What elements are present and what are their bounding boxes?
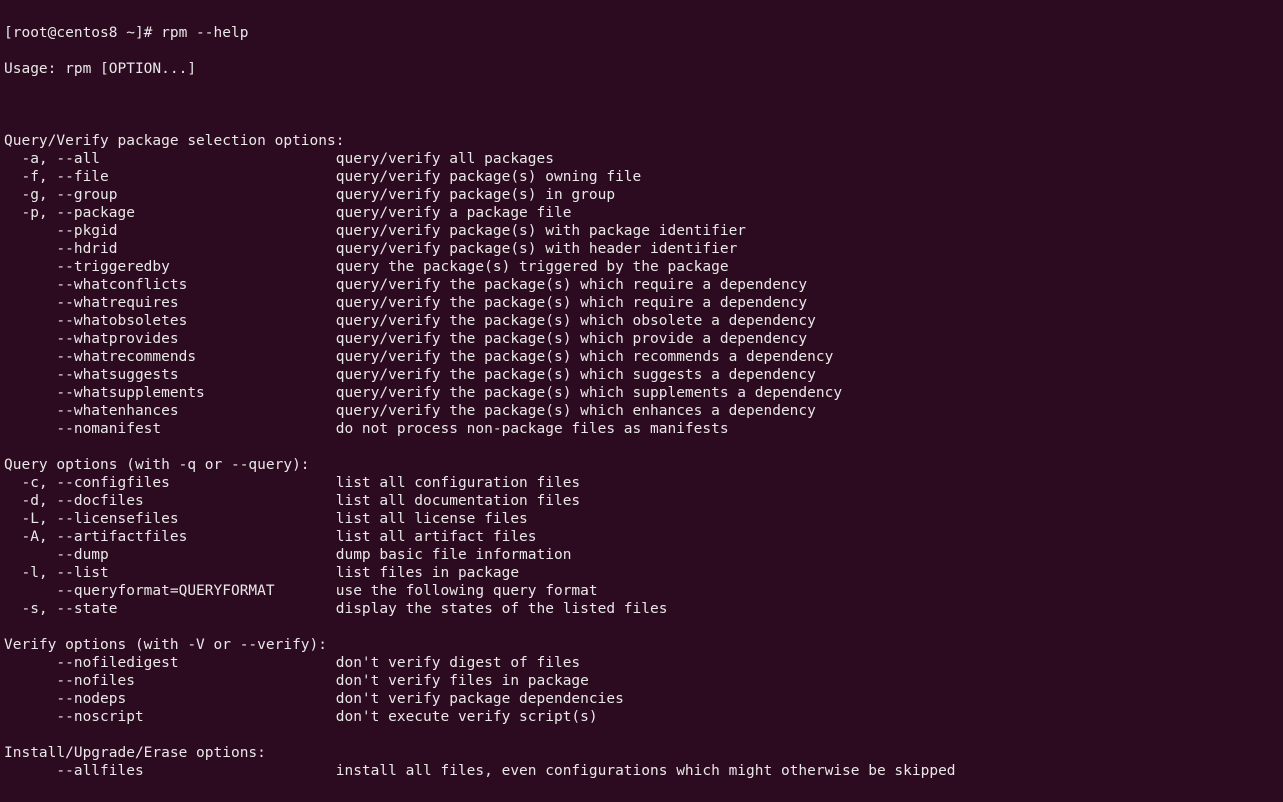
terminal-output: [root@centos8 ~]# rpm --help Usage: rpm … xyxy=(0,0,1283,802)
option-row: --whatsupplements query/verify the packa… xyxy=(4,384,1279,402)
option-row: -g, --group query/verify package(s) in g… xyxy=(4,186,1279,204)
section-header: Query options (with -q or --query): xyxy=(4,456,1279,474)
option-row: --triggeredby query the package(s) trigg… xyxy=(4,258,1279,276)
option-row: --allfiles install all files, even confi… xyxy=(4,762,1279,780)
option-row: -a, --all query/verify all packages xyxy=(4,150,1279,168)
section-header: Verify options (with -V or --verify): xyxy=(4,636,1279,654)
option-row: --nodeps don't verify package dependenci… xyxy=(4,690,1279,708)
option-row: --nofiles don't verify files in package xyxy=(4,672,1279,690)
prompt-line: [root@centos8 ~]# rpm --help xyxy=(4,24,1279,42)
blank-line xyxy=(4,726,1279,744)
blank-line xyxy=(4,96,1279,114)
option-row: -c, --configfiles list all configuration… xyxy=(4,474,1279,492)
option-row: -l, --list list files in package xyxy=(4,564,1279,582)
option-row: --nofiledigest don't verify digest of fi… xyxy=(4,654,1279,672)
usage-line: Usage: rpm [OPTION...] xyxy=(4,60,1279,78)
option-row: --whatobsoletes query/verify the package… xyxy=(4,312,1279,330)
option-row: -p, --package query/verify a package fil… xyxy=(4,204,1279,222)
help-sections: Query/Verify package selection options: … xyxy=(4,132,1279,780)
option-row: -s, --state display the states of the li… xyxy=(4,600,1279,618)
option-row: --dump dump basic file information xyxy=(4,546,1279,564)
option-row: --pkgid query/verify package(s) with pac… xyxy=(4,222,1279,240)
option-row: --whatconflicts query/verify the package… xyxy=(4,276,1279,294)
option-row: -A, --artifactfiles list all artifact fi… xyxy=(4,528,1279,546)
blank-line xyxy=(4,438,1279,456)
option-row: --queryformat=QUERYFORMAT use the follow… xyxy=(4,582,1279,600)
section-header: Query/Verify package selection options: xyxy=(4,132,1279,150)
option-row: --whatrecommends query/verify the packag… xyxy=(4,348,1279,366)
option-row: -d, --docfiles list all documentation fi… xyxy=(4,492,1279,510)
option-row: --whatprovides query/verify the package(… xyxy=(4,330,1279,348)
section-header: Install/Upgrade/Erase options: xyxy=(4,744,1279,762)
option-row: --whatsuggests query/verify the package(… xyxy=(4,366,1279,384)
option-row: -f, --file query/verify package(s) ownin… xyxy=(4,168,1279,186)
blank-line xyxy=(4,618,1279,636)
option-row: --whatenhances query/verify the package(… xyxy=(4,402,1279,420)
option-row: --nomanifest do not process non-package … xyxy=(4,420,1279,438)
option-row: -L, --licensefiles list all license file… xyxy=(4,510,1279,528)
option-row: --whatrequires query/verify the package(… xyxy=(4,294,1279,312)
option-row: --hdrid query/verify package(s) with hea… xyxy=(4,240,1279,258)
option-row: --noscript don't execute verify script(s… xyxy=(4,708,1279,726)
